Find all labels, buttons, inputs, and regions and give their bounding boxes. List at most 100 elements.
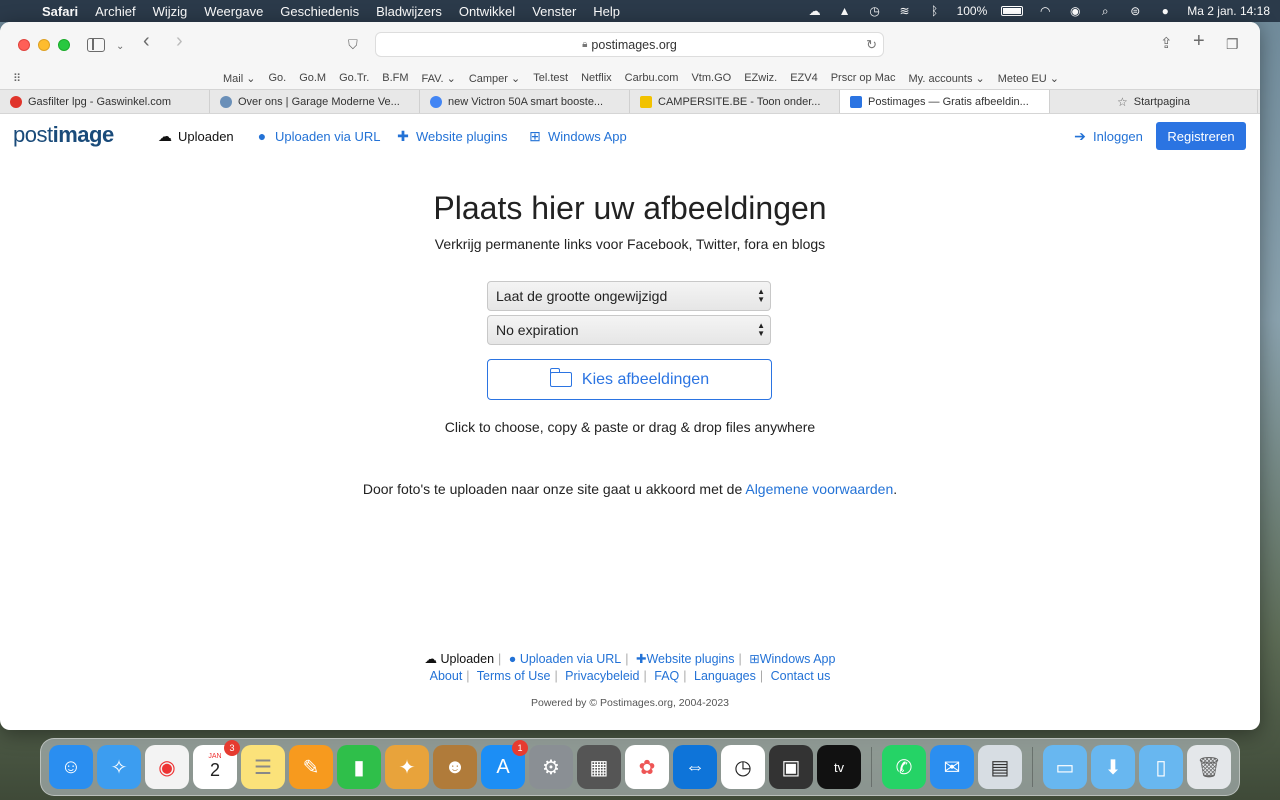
- close-window-button[interactable]: [18, 39, 30, 51]
- menu-bladwijzers[interactable]: Bladwijzers: [376, 4, 442, 19]
- clock-icon[interactable]: ◷: [721, 745, 765, 789]
- favorite-item[interactable]: B.FM: [382, 72, 408, 85]
- chevron-down-icon[interactable]: ⌄: [116, 38, 124, 56]
- nav-windows-link[interactable]: ⊞ Windows App: [527, 128, 627, 145]
- system-settings-icon[interactable]: ⚙: [529, 745, 573, 789]
- register-button[interactable]: Registreren: [1156, 122, 1246, 150]
- menu-venster[interactable]: Venster: [532, 4, 576, 19]
- favorite-item[interactable]: Prscr op Mac: [831, 72, 896, 85]
- zoom-window-button[interactable]: [58, 39, 70, 51]
- footer-upload-link[interactable]: Uploaden: [441, 652, 495, 666]
- footer-plugins-link[interactable]: Website plugins: [646, 652, 734, 666]
- pages-icon[interactable]: ✎: [289, 745, 333, 789]
- minimize-window-button[interactable]: [38, 39, 50, 51]
- browser-tab[interactable]: Gasfilter lpg - Gaswinkel.com: [0, 90, 210, 113]
- favorite-item[interactable]: My. accounts ⌄: [909, 72, 985, 85]
- favorite-item[interactable]: Meteo EU ⌄: [998, 72, 1059, 85]
- whatsapp-icon[interactable]: ✆: [882, 745, 926, 789]
- chrome-icon[interactable]: ◉: [145, 745, 189, 789]
- wifi-off-icon[interactable]: ≋: [897, 4, 913, 18]
- apple-icon[interactable]: [10, 4, 24, 18]
- favorite-item[interactable]: Go.M: [299, 72, 326, 85]
- footer-about-link[interactable]: About: [430, 669, 463, 683]
- menu-ontwikkel[interactable]: Ontwikkel: [459, 4, 515, 19]
- postimage-logo[interactable]: postimage: [13, 122, 114, 148]
- resize-select[interactable]: Laat de grootte ongewijzigd ▲ ▼: [487, 281, 771, 311]
- share-icon[interactable]: ⇪: [1160, 35, 1173, 53]
- browser-tab[interactable]: ☆ Startpagina: [1050, 90, 1258, 113]
- documents-folder-icon[interactable]: ▯: [1139, 745, 1183, 789]
- menu-help[interactable]: Help: [593, 4, 620, 19]
- favorite-item[interactable]: Netflix: [581, 72, 612, 85]
- browser-tab[interactable]: CAMPERSITE.BE - Toon onder...: [630, 90, 840, 113]
- address-bar[interactable]: 🔒︎ postimages.org ↻: [375, 32, 884, 57]
- browser-tab[interactable]: new Victron 50A smart booste...: [420, 90, 630, 113]
- calendar-icon[interactable]: JAN 2 3: [193, 740, 240, 789]
- browser-tab[interactable]: Over ons | Garage Moderne Ve...: [210, 90, 420, 113]
- battery-icon[interactable]: [1001, 6, 1024, 16]
- compass-app-icon[interactable]: ✦: [385, 745, 429, 789]
- siri-icon[interactable]: ●: [1157, 4, 1173, 18]
- menu-wijzig[interactable]: Wijzig: [153, 4, 188, 19]
- bluetooth-icon[interactable]: ᛒ: [927, 4, 943, 18]
- menu-weergave[interactable]: Weergave: [204, 4, 263, 19]
- footer-privacy-link[interactable]: Privacybeleid: [565, 669, 639, 683]
- sidebar-toggle-icon[interactable]: [87, 38, 105, 52]
- choose-images-button[interactable]: Kies afbeeldingen: [487, 359, 772, 400]
- photos-icon[interactable]: ✿: [625, 745, 669, 789]
- nav-upload-url-link[interactable]: ● Uploaden via URL: [254, 128, 381, 144]
- footer-faq-link[interactable]: FAQ: [654, 669, 679, 683]
- new-tab-icon[interactable]: +: [1193, 31, 1205, 51]
- trash-icon[interactable]: 🗑︎: [1187, 745, 1231, 789]
- app-store-icon[interactable]: A 1: [481, 740, 528, 789]
- menubar-datetime[interactable]: Ma 2 jan. 14:18: [1187, 4, 1270, 18]
- favorite-item[interactable]: Vtm.GO: [691, 72, 731, 85]
- control-center-icon[interactable]: ⊜: [1127, 4, 1143, 18]
- tab-overview-icon[interactable]: ❐: [1226, 35, 1239, 53]
- apple-tv-icon[interactable]: tv: [817, 745, 861, 789]
- nav-plugins-link[interactable]: ✚ Website plugins: [395, 128, 507, 145]
- forward-icon[interactable]: ›: [176, 31, 183, 51]
- footer-upload-url-link[interactable]: Uploaden via URL: [520, 652, 621, 666]
- numbers-icon[interactable]: ▮: [337, 745, 381, 789]
- reload-icon[interactable]: ↻: [866, 37, 877, 53]
- privacy-shield-icon[interactable]: ⛉: [348, 36, 358, 54]
- time-machine-icon[interactable]: ◷: [867, 4, 883, 18]
- terms-link[interactable]: Algemene voorwaarden: [745, 481, 893, 497]
- favorite-item[interactable]: EZwiz.: [744, 72, 777, 85]
- favorite-item[interactable]: Go.: [268, 72, 286, 85]
- spotlight-search-icon[interactable]: ⌕: [1097, 4, 1113, 18]
- warning-icon[interactable]: ▲: [837, 4, 853, 18]
- wifi-icon[interactable]: ◠: [1037, 4, 1053, 18]
- browser-tab-active[interactable]: Postimages — Gratis afbeeldin...: [840, 90, 1050, 113]
- footer-contact-link[interactable]: Contact us: [771, 669, 831, 683]
- safari-icon[interactable]: ✧: [97, 745, 141, 789]
- downloads-folder-icon[interactable]: ⬇: [1091, 745, 1135, 789]
- notes-icon[interactable]: ☰: [241, 745, 285, 789]
- back-icon[interactable]: ‹: [143, 31, 150, 51]
- favorite-item[interactable]: Go.Tr.: [339, 72, 369, 85]
- calculator-icon[interactable]: ▦: [577, 745, 621, 789]
- user-icon[interactable]: ◉: [1067, 4, 1083, 18]
- expiration-select[interactable]: No expiration ▲ ▼: [487, 315, 771, 345]
- teamviewer-icon[interactable]: ⇔: [673, 745, 717, 789]
- grid-icon[interactable]: ⠿: [13, 72, 21, 85]
- favorite-item[interactable]: Mail ⌄: [223, 72, 255, 85]
- favorite-item[interactable]: Carbu.com: [625, 72, 679, 85]
- login-link[interactable]: ➔ Inloggen: [1072, 128, 1143, 145]
- cloud-alert-icon[interactable]: ☁: [807, 4, 823, 18]
- mail-icon[interactable]: ✉: [930, 745, 974, 789]
- footer-terms-link[interactable]: Terms of Use: [477, 669, 551, 683]
- applications-folder-icon[interactable]: ▭: [1043, 745, 1087, 789]
- favorite-item[interactable]: FAV. ⌄: [422, 72, 456, 85]
- contacts-icon[interactable]: ☻: [433, 745, 477, 789]
- finder-icon[interactable]: ☺: [49, 745, 93, 789]
- footer-languages-link[interactable]: Languages: [694, 669, 756, 683]
- menu-archief[interactable]: Archief: [95, 4, 135, 19]
- favorite-item[interactable]: EZV4: [790, 72, 818, 85]
- footer-windows-link[interactable]: Windows App: [760, 652, 836, 666]
- menu-geschiedenis[interactable]: Geschiedenis: [280, 4, 359, 19]
- menu-safari[interactable]: Safari: [42, 4, 78, 19]
- preview-icon[interactable]: ▤: [978, 745, 1022, 789]
- nav-upload-link[interactable]: ☁ Uploaden: [157, 128, 234, 145]
